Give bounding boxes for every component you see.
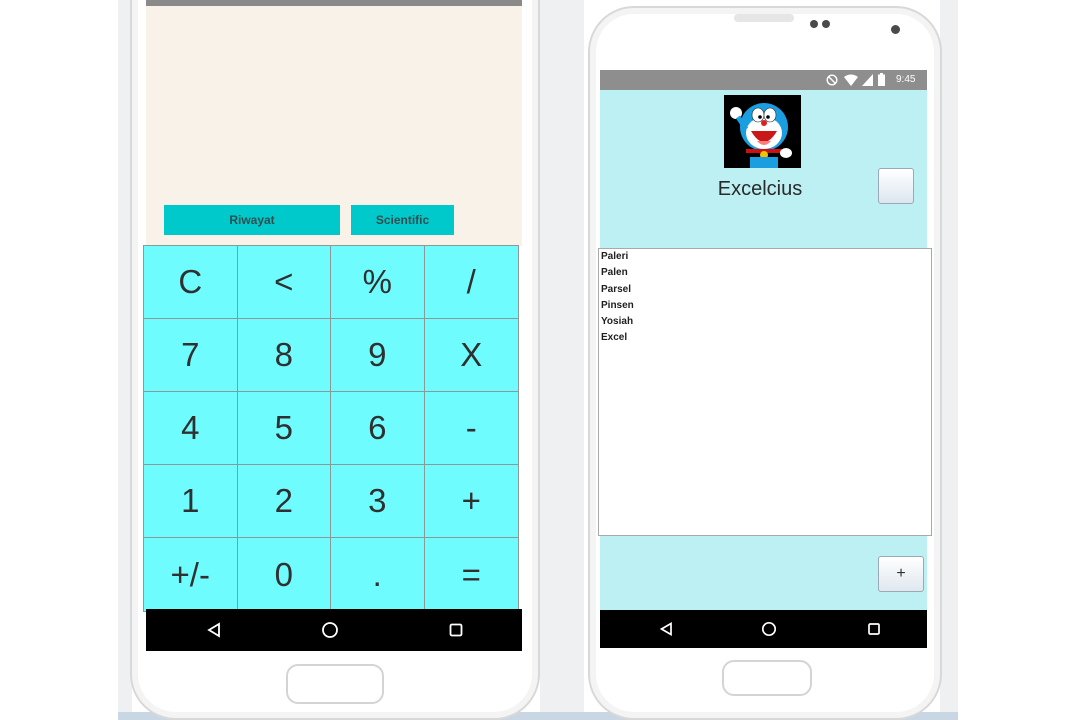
doraemon-image bbox=[724, 95, 801, 168]
list-item[interactable]: Pinsen bbox=[599, 298, 931, 314]
recents-square-icon[interactable] bbox=[867, 622, 881, 636]
recents-square-icon[interactable] bbox=[448, 622, 464, 638]
key-divide[interactable]: / bbox=[424, 246, 518, 319]
key-6[interactable]: 6 bbox=[331, 392, 425, 465]
doraemon-avatar bbox=[724, 95, 801, 168]
key-4[interactable]: 4 bbox=[144, 392, 238, 465]
list-item[interactable]: Parsel bbox=[599, 282, 931, 298]
status-bar: 9:45 bbox=[600, 70, 927, 90]
key-2[interactable]: 2 bbox=[237, 465, 331, 538]
key-backspace[interactable]: < bbox=[237, 246, 331, 319]
list-item[interactable]: Yosiah bbox=[599, 314, 931, 330]
key-sign-toggle[interactable]: +/- bbox=[144, 538, 238, 611]
home-circle-icon[interactable] bbox=[321, 621, 339, 639]
key-clear[interactable]: C bbox=[144, 246, 238, 319]
sensor-dot bbox=[810, 20, 818, 28]
calculator-nav-bar bbox=[146, 609, 522, 651]
key-plus[interactable]: + bbox=[424, 465, 518, 538]
app-title: Excelcius bbox=[717, 178, 803, 200]
wifi-icon bbox=[844, 74, 858, 86]
sensor-dot bbox=[822, 20, 830, 28]
calculator-hardware-home-button bbox=[286, 664, 384, 704]
back-triangle-icon[interactable] bbox=[659, 622, 673, 636]
key-8[interactable]: 8 bbox=[237, 319, 331, 392]
key-5[interactable]: 5 bbox=[237, 392, 331, 465]
header-square-button[interactable] bbox=[878, 168, 914, 204]
background-middle-strip bbox=[540, 0, 584, 712]
list-item[interactable]: Excel bbox=[599, 330, 931, 346]
do-not-disturb-icon bbox=[826, 74, 838, 86]
key-multiply[interactable]: X bbox=[424, 319, 518, 392]
key-equals[interactable]: = bbox=[425, 538, 519, 611]
status-time: 9:45 bbox=[896, 74, 916, 85]
name-list[interactable]: Paleri Palen Parsel Pinsen Yosiah Excel bbox=[598, 248, 932, 536]
key-0[interactable]: 0 bbox=[238, 538, 331, 611]
list-item[interactable]: Palen bbox=[599, 265, 931, 281]
history-button[interactable]: Riwayat bbox=[164, 205, 340, 235]
calculator-keypad: C < % / 7 8 9 X 4 5 6 - 1 2 3 + +/- 0 . … bbox=[143, 245, 519, 612]
earpiece-speaker bbox=[734, 14, 794, 22]
list-hardware-home-button bbox=[722, 660, 812, 696]
front-camera bbox=[891, 25, 900, 34]
signal-icon bbox=[862, 74, 873, 86]
key-9[interactable]: 9 bbox=[331, 319, 425, 392]
key-3[interactable]: 3 bbox=[331, 465, 425, 538]
key-1[interactable]: 1 bbox=[144, 465, 238, 538]
back-triangle-icon[interactable] bbox=[206, 622, 222, 638]
key-minus[interactable]: - bbox=[424, 392, 518, 465]
battery-icon bbox=[878, 73, 885, 86]
list-nav-bar bbox=[600, 610, 927, 648]
list-item[interactable]: Paleri bbox=[599, 249, 931, 265]
key-7[interactable]: 7 bbox=[144, 319, 238, 392]
key-decimal[interactable]: . bbox=[331, 538, 425, 611]
key-percent[interactable]: % bbox=[331, 246, 425, 319]
home-circle-icon[interactable] bbox=[761, 621, 777, 637]
add-button[interactable]: + bbox=[878, 556, 924, 592]
background-right-strip bbox=[940, 0, 958, 712]
scientific-button[interactable]: Scientific bbox=[351, 205, 454, 235]
